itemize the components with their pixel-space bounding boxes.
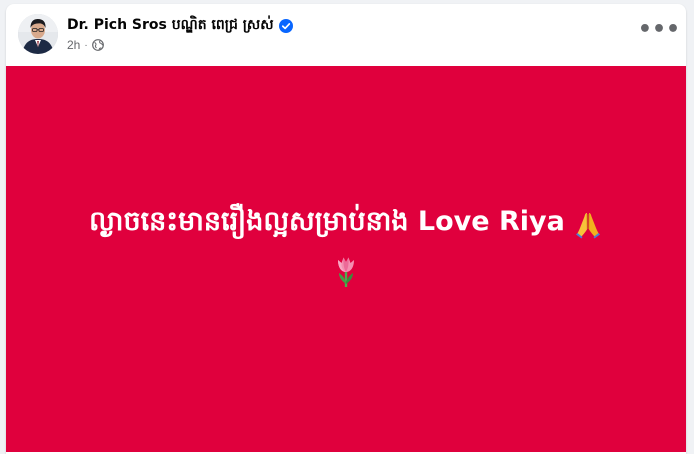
post-header: Dr. Pich Sros បណ្ឌិត ពេជ្រ ស្រស់ 2h · ••… — [6, 4, 686, 66]
author-name[interactable]: Dr. Pich Sros បណ្ឌិត ពេជ្រ ស្រស់ — [67, 15, 274, 36]
post-card: Dr. Pich Sros បណ្ឌិត ពេជ្រ ស្រស់ 2h · ••… — [6, 4, 686, 454]
meta-separator: · — [84, 39, 88, 51]
folded-hands-emoji — [573, 209, 603, 239]
author-avatar[interactable] — [18, 14, 58, 54]
status-background: ល្ងាចនេះមានរឿងល្អសម្រាប់នាង Love Riya — [6, 66, 686, 452]
verified-badge-icon — [278, 18, 293, 33]
tulip-emoji — [330, 254, 362, 288]
post-meta: 2h · — [67, 37, 104, 53]
post-timestamp[interactable]: 2h — [67, 38, 80, 52]
status-text: ល្ងាចនេះមានរឿងល្អសម្រាប់នាង Love Riya — [89, 205, 565, 237]
status-text-line: ល្ងាចនេះមានរឿងល្អសម្រាប់នាង Love Riya — [89, 205, 603, 244]
author-line: Dr. Pich Sros បណ្ឌិត ពេជ្រ ស្រស់ — [67, 15, 293, 35]
globe-icon[interactable] — [91, 39, 104, 51]
more-options-button[interactable]: ••• — [638, 17, 680, 51]
more-options-icon: ••• — [637, 17, 681, 42]
avatar-image — [18, 14, 58, 54]
